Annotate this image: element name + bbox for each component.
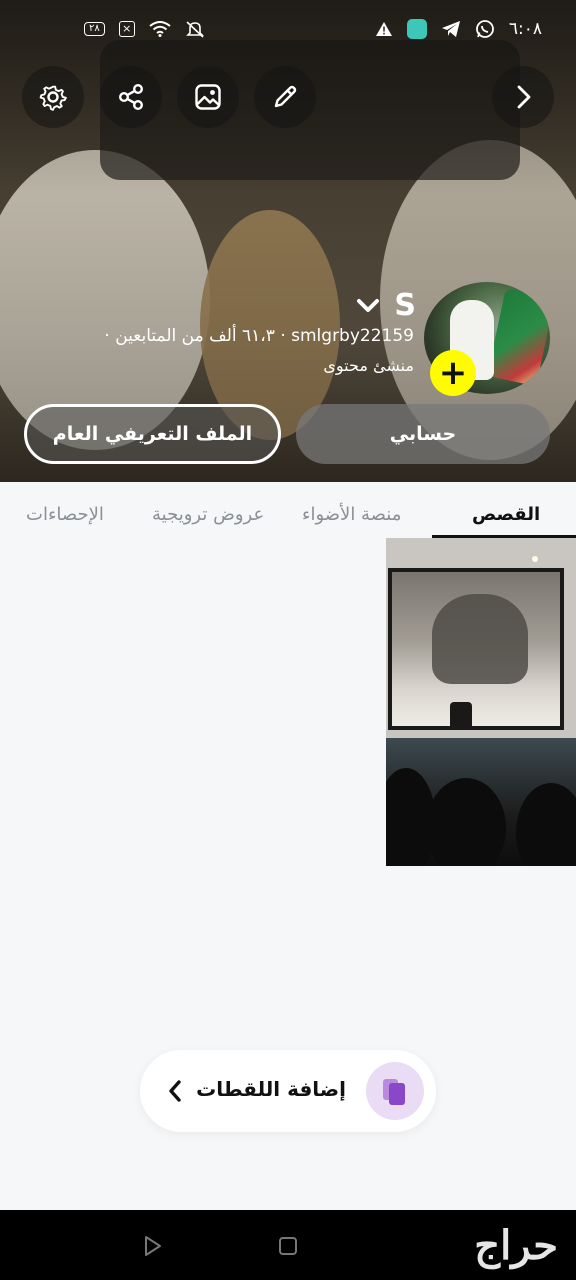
thumb-frame [388,568,564,730]
cards-icon [383,1079,405,1105]
image-icon [195,84,221,110]
meta-separator: · [280,326,286,346]
gear-icon [39,85,67,111]
add-snaps-button[interactable]: إضافة اللقطات [140,1050,436,1132]
pencil-icon [274,85,297,108]
thumb-artwork [392,572,560,728]
chevron-right-icon [517,85,531,109]
profile-name-row[interactable]: S [356,288,416,323]
tab-spotlight[interactable]: منصة الأضواء [302,504,401,525]
thumb-wall [386,538,576,738]
share-icon [118,84,144,111]
profile-tabs: القصص منصة الأضواء عروض ترويجية الإحصاءا… [0,482,576,538]
top-action-bar [22,66,554,128]
meta-separator-end: · [104,326,110,346]
mute-icon [185,21,204,38]
change-image-button[interactable] [177,66,239,128]
forward-button[interactable] [492,66,554,128]
tab-insights[interactable]: الإحصاءات [26,504,104,525]
chevron-left-icon [169,1080,181,1102]
profile-role: منشئ محتوى [323,356,414,375]
status-bar: ٢٨ × ٦:٠٨ [0,0,576,58]
battery-indicator: ٢٨ [84,22,105,36]
my-account-button[interactable]: حسابي [296,404,550,464]
whatsapp-icon [475,20,494,38]
chevron-down-icon [357,298,380,312]
system-nav-bar: حراج [0,1210,576,1280]
back-triangle-icon[interactable] [138,1232,166,1260]
warning-icon [375,22,392,36]
username: smlgrby22159 [291,326,414,346]
add-story-button[interactable]: + [430,350,476,396]
close-box-icon: × [118,21,135,37]
public-profile-button[interactable]: الملف التعريفي العام [24,404,281,464]
clock: ٦:٠٨ [508,19,542,39]
follower-count: ٦١،٣ ألف من المتابعين [115,326,275,346]
thumb-audience-3 [516,783,576,866]
haraj-watermark: حراج [474,1222,558,1269]
telegram-icon [441,21,460,37]
thumb-rider [450,702,472,728]
thumb-rock [432,594,528,684]
edit-button[interactable] [254,66,316,128]
add-snaps-label: إضافة اللقطات [196,1077,346,1101]
home-square-icon[interactable] [274,1232,302,1260]
thumb-floor [386,738,576,866]
thumb-audience-2 [426,778,506,866]
display-name: S [394,288,416,323]
tab-stories[interactable]: القصص [472,504,540,525]
tab-promotions[interactable]: عروض ترويجية [152,504,264,525]
story-thumbnail[interactable] [386,538,576,866]
settings-button[interactable] [22,66,84,128]
thumb-ceiling-light [532,556,538,562]
status-right: ٦:٠٨ [375,19,542,39]
status-left: ٢٨ × [84,20,205,38]
wifi-icon [149,21,171,37]
profile-cover: ٢٨ × ٦:٠٨ S smlgrby22159 · ٦١،٣ ألف من ا… [0,0,576,482]
share-button[interactable] [100,66,162,128]
profile-meta: smlgrby22159 · ٦١،٣ ألف من المتابعين · [104,326,414,346]
app-notification-icon [406,19,427,39]
add-snaps-icon-circle [366,1062,424,1120]
